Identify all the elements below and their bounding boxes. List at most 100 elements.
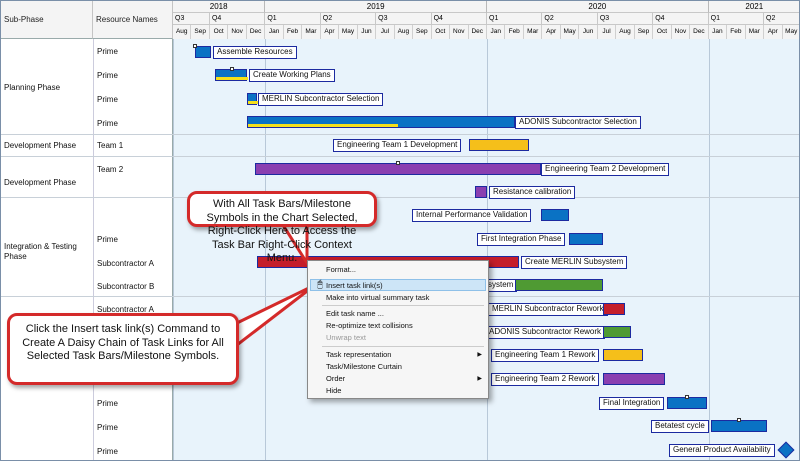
callout-top: With All Task Bars/Milestone Symbols in … [187,191,377,264]
task-label[interactable]: Internal Performance Validation [412,209,532,222]
row-labels: Planning Phase Development Phase Develop… [1,39,173,460]
resource-label: Prime [97,119,118,128]
task-label[interactable]: ADONIS Subcontractor Selection [515,116,641,129]
menu-item-hide[interactable]: Hide [326,386,341,395]
task-bar-team1-rework[interactable] [603,349,643,361]
task-bar-adonis-rework[interactable] [603,326,631,338]
timescale-month: May [782,25,799,39]
timescale-year: 2018 [173,1,266,13]
timescale-month: Apr [764,25,783,39]
timescale-month: Dec [246,25,266,39]
timescale-month: Mar [523,25,543,39]
phase-label: Integration & Testing Phase [4,242,92,262]
menu-item-curtain[interactable]: Task/Milestone Curtain [326,362,402,371]
context-menu[interactable]: 🖰 Format... Insert task link(s) Make int… [307,260,489,399]
task-bar-internal-validation[interactable] [541,209,569,221]
phase-label-text: Integration & Testing Phase [4,242,77,261]
timescale-quarter: Q3 [376,13,432,25]
timescale-quarter: Q1 [708,13,765,25]
task-label[interactable]: MERLIN Subcontractor Rework [488,303,608,316]
timescale-month: Oct [209,25,229,39]
task-label[interactable]: Create Working Plans [249,69,335,82]
resource-label: Team 1 [97,141,124,150]
gantt-window: Sub-Phase Resource Names 2018 2019 2020 202… [0,0,800,461]
task-bar-team1-development[interactable] [469,139,529,151]
task-label[interactable]: ADONIS Subcontractor Rework [485,326,606,339]
task-label[interactable]: General Product Availability [669,444,775,457]
task-label[interactable]: Engineering Team 1 Rework [491,349,600,362]
task-label[interactable]: Betatest cycle [651,420,709,433]
task-label[interactable]: Engineering Team 2 Development [541,163,670,176]
menu-separator [322,305,484,306]
menu-item-format[interactable]: Format... [326,265,356,274]
task-label[interactable]: Engineering Team 1 Development [333,139,462,152]
task-bar-merlin-rework[interactable] [603,303,625,315]
task-bar-final-integration[interactable] [667,395,707,409]
timescale-month: Dec [468,25,487,39]
header-resource-label: Resource Names [96,15,158,24]
timescale-quarter: Q2 [764,13,799,25]
timescale-month: Jul [376,25,395,39]
timescale-month: Aug [394,25,414,39]
menu-item-task-representation[interactable]: Task representation [326,350,391,359]
timescale-month: Feb [727,25,746,39]
menu-item-unwrap-text: Unwrap text [326,333,367,342]
timescale-month: Nov [450,25,469,39]
timescale-quarter: Q4 [653,13,709,25]
phase-label: Development Phase [4,178,77,187]
menu-item-edit-task-name[interactable]: Edit task name ... [326,309,384,318]
task-bar-create-working-plans[interactable] [215,67,248,81]
timescale-month: Feb [283,25,303,39]
task-bar-team2-development[interactable] [255,161,541,175]
menu-item-reoptimize[interactable]: Re-optimize text collisions [326,321,413,330]
phase-label: Planning Phase [4,83,61,92]
resource-label: Subcontractor A [97,259,154,268]
task-bar-betatest[interactable] [711,418,767,432]
row-divider [1,134,173,135]
menu-item-order[interactable]: Order [326,374,345,383]
timescale-month: Jan [708,25,728,39]
task-label[interactable]: system [485,279,518,292]
timescale-month: Jun [357,25,377,39]
task-bar-assemble-resources[interactable] [193,44,211,58]
timescale-quarter: Q3 [597,13,654,25]
resource-label: Prime [97,423,118,432]
task-bar-adonis-selection[interactable] [247,116,515,128]
triangle-right-icon: ▶ [477,376,482,382]
task-bar-subsystem-b[interactable] [515,279,603,291]
task-bar-merlin-selection[interactable] [247,93,258,105]
timescale-quarter: Q4 [431,13,487,25]
timescale-month: Nov [671,25,691,39]
timescale-month: Jan [487,25,506,39]
row-divider [1,156,173,157]
timescale-month: Dec [690,25,709,39]
resource-label: Prime [97,71,118,80]
task-bar-first-integration[interactable] [569,233,603,245]
resource-label: Prime [97,447,118,456]
task-label[interactable]: MERLIN Subcontractor Selection [258,93,384,106]
task-label[interactable]: Assemble Resources [213,46,297,59]
header-subphase: Sub-Phase [1,1,93,39]
resource-label: Team 2 [97,165,124,174]
timescale-quarter: Q1 [265,13,321,25]
row-divider [1,197,173,198]
phase-label: Development Phase [4,141,77,150]
timescale-month: Sep [634,25,654,39]
task-label[interactable]: Final Integration [599,397,665,410]
task-label[interactable]: First Integration Phase [477,233,566,246]
timescale-month: May [339,25,358,39]
task-label[interactable]: Create MERLIN Subsystem [521,256,628,269]
column-divider [93,39,94,460]
task-bar-resistance-calibration[interactable] [475,186,487,198]
menu-item-make-virtual-summary[interactable]: Make into virtual summary task [326,293,429,302]
timescale-month: Oct [653,25,672,39]
timescale-month: Aug [173,25,192,39]
menu-item-insert-task-links[interactable]: Insert task link(s) [326,281,383,290]
timescale-quarter: Q2 [320,13,377,25]
task-label[interactable]: Resistance calibration [489,186,576,199]
task-bar-team2-rework[interactable] [603,373,665,385]
timescale-month: Mar [302,25,321,39]
resource-label: Prime [97,235,118,244]
task-label[interactable]: Engineering Team 2 Rework [491,373,600,386]
timescale-quarter: Q4 [209,13,266,25]
